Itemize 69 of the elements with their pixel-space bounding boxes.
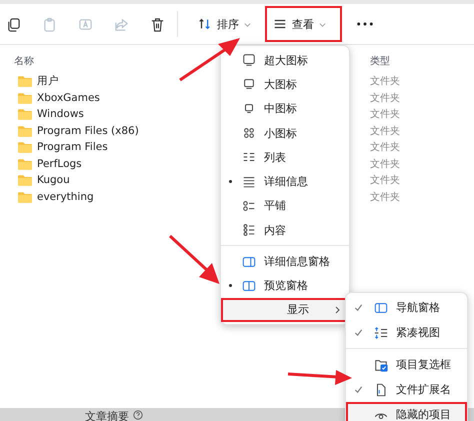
monitor-icon <box>242 53 256 68</box>
file-name[interactable]: 用户 <box>37 74 59 88</box>
menu-item[interactable]: 详细信息窗格 <box>221 249 349 274</box>
column-header[interactable]: 类型 <box>370 54 390 68</box>
file-name[interactable]: Program Files <box>37 141 108 154</box>
tiles-icon <box>242 223 256 238</box>
folder-icon <box>18 158 32 170</box>
annotation-arrow <box>168 234 220 285</box>
annotation-arrow <box>178 36 242 82</box>
menu-icon <box>273 17 287 31</box>
folder-icon <box>18 174 32 186</box>
menu-item[interactable]: 小图标 <box>221 120 349 146</box>
folder-icon <box>18 92 32 104</box>
file-type: 文件夹 <box>370 140 400 154</box>
column-header[interactable]: 名称 <box>14 54 34 68</box>
menu-item[interactable]: 隐藏的项目 <box>346 402 467 421</box>
chevron-down-icon <box>319 20 326 28</box>
list-icon <box>242 174 256 189</box>
menu-item[interactable]: 中图标 <box>221 96 349 121</box>
pane-icon <box>242 278 256 293</box>
menu-item[interactable]: 紧凑视图 <box>346 320 467 345</box>
menu-item[interactable]: 超大图标 <box>221 48 349 72</box>
pane-icon <box>374 300 388 314</box>
sort-button[interactable]: 排序 <box>188 6 261 42</box>
file-name[interactable]: Kugou <box>37 174 70 186</box>
file-type: 文件夹 <box>370 124 400 138</box>
file-type: 文件夹 <box>370 74 400 88</box>
menu-item[interactable]: 列表 <box>221 145 349 170</box>
grid-icon <box>242 126 256 140</box>
annotation-arrow <box>286 368 354 386</box>
copy-icon[interactable] <box>6 16 21 32</box>
folder-checkbox-icon <box>374 358 388 372</box>
menu-item[interactable]: 预览窗格 <box>221 274 349 298</box>
file-name[interactable]: XboxGames <box>37 92 100 104</box>
chevron-right-icon <box>333 306 341 314</box>
menu-item[interactable]: 大图标 <box>221 72 349 97</box>
monitor-icon <box>242 102 256 116</box>
file-type: 文件夹 <box>370 92 400 105</box>
monitor-icon <box>242 77 256 92</box>
more-icon[interactable] <box>356 21 374 27</box>
chevron-down-icon <box>244 20 251 28</box>
tiles-icon <box>242 198 256 213</box>
pane-icon <box>242 254 256 269</box>
file-type: 文件夹 <box>370 158 400 171</box>
folder-icon <box>18 75 32 88</box>
menu-item[interactable]: 项目复选框 <box>346 352 467 377</box>
folder-icon <box>18 141 32 154</box>
menu-item[interactable]: 内容 <box>221 218 349 242</box>
file-name[interactable]: everything <box>37 190 94 203</box>
file-type: 文件夹 <box>370 174 400 188</box>
folder-icon <box>18 190 32 203</box>
compact-icon <box>374 326 388 340</box>
view-button[interactable]: 查看 <box>265 6 342 42</box>
file-name[interactable]: Windows <box>37 108 84 120</box>
sort-icon <box>198 17 212 31</box>
folder-icon <box>18 108 32 120</box>
menu-item[interactable]: 平铺 <box>221 194 349 218</box>
file-name[interactable]: Program Files (x86) <box>37 124 139 137</box>
menu-item[interactable]: 详细信息 <box>221 169 349 194</box>
file-type: 文件夹 <box>370 190 400 204</box>
folder-icon <box>18 124 32 137</box>
delete-icon[interactable] <box>150 16 165 32</box>
menu-item[interactable]: 导航窗格 <box>346 295 467 320</box>
summary-label: 文章摘要 <box>85 408 129 421</box>
file-name[interactable]: PerfLogs <box>37 158 82 170</box>
menu-item[interactable]: 文件扩展名 <box>346 377 467 402</box>
file-type: 文件夹 <box>370 108 400 122</box>
file-icon <box>374 382 388 396</box>
help-icon[interactable] <box>133 410 143 420</box>
